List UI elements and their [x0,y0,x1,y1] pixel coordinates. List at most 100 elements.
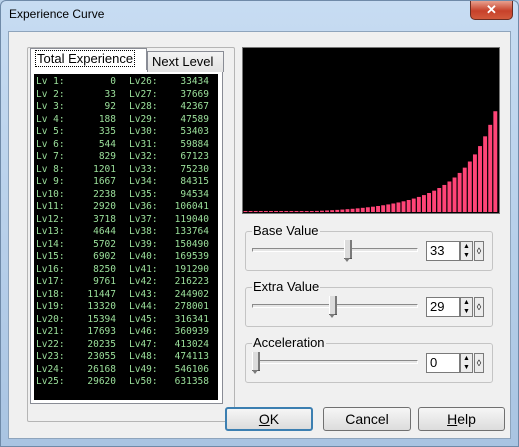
base-value-reset-button[interactable]: ◊ [474,241,484,261]
ok-button[interactable]: OK [225,407,313,431]
extra-value-reset-button[interactable]: ◊ [474,297,484,317]
experience-value: 1667 [93,176,116,187]
chart-bar [391,203,396,213]
chart-bar [279,211,284,213]
experience-column-left: Lv 1: 0 Lv 2: 33 Lv 3: 92 Lv 4: 188 Lv 5: 335 Lv 6… [34,76,120,389]
spin-down-icon[interactable]: ▼ [461,251,472,260]
spin-up-icon[interactable]: ▲ [461,298,472,307]
base-value-spinner[interactable]: ▲ ▼ [460,241,473,261]
chart-bar [314,210,319,213]
list-item: Lv41: 191290 [127,264,213,277]
list-item: Lv30: 53403 [127,126,213,139]
experience-value: 9761 [93,276,116,287]
list-item: Lv17: 9761 [34,276,120,289]
chart-bar [427,193,431,213]
experience-value: 106041 [174,201,209,212]
help-label-rest: elp [457,411,476,427]
chart-bar [432,190,437,213]
close-button[interactable]: ✕ [470,1,513,20]
experience-value: 53403 [180,126,209,137]
chart-bar [355,208,360,213]
chart-bar [467,161,472,213]
experience-value: 150490 [174,238,209,250]
tab-total-experience[interactable]: Total Experience [30,48,147,70]
list-item: Lv 8: 1201 [34,164,120,177]
list-item: Lv 9: 1667 [34,176,120,189]
acceleration-reset-button[interactable]: ◊ [474,353,484,373]
level-label: Lv43: [129,288,158,300]
experience-value: 37669 [180,88,209,100]
chart-bar [483,136,488,213]
level-label: Lv44: [129,301,158,312]
chart-bar [248,211,253,213]
level-label: Lv12: [36,213,65,225]
extra-value-input[interactable]: 29 [426,297,460,317]
list-item: Lv18: 11447 [34,289,120,302]
list-item: Lv49: 546106 [127,364,213,377]
base-value-group: Base Value 33 ▲ ▼ ◊ [245,223,493,271]
experience-value: 59884 [180,138,209,150]
chart-bar [289,211,294,213]
level-label: Lv17: [36,276,65,287]
chart-bar [253,211,258,213]
experience-value: 15394 [87,313,116,325]
chart-bar [294,211,299,213]
list-item: Lv23: 23055 [34,351,120,364]
experience-value: 75230 [180,163,209,175]
tab-next-level[interactable]: Next Level [147,51,224,72]
experience-curve-window: Experience Curve ✕ Total Experience Next… [0,0,519,447]
cancel-button[interactable]: Cancel [323,407,411,431]
level-label: Lv30: [129,126,158,137]
level-label: Lv35: [129,188,158,200]
chart-bar [274,211,279,213]
level-label: Lv18: [36,288,65,300]
chart-bar [365,207,370,213]
base-value-slider-track[interactable] [252,248,418,252]
help-button[interactable]: Help [418,407,505,431]
chart-bar [396,202,401,213]
base-value-input[interactable]: 33 [426,241,460,261]
experience-value: 335 [98,126,116,137]
acceleration-spinner[interactable]: ▲ ▼ [460,353,473,373]
base-value-slider-thumb[interactable] [343,240,352,262]
chart-bar [345,209,350,213]
chart-bar [320,210,324,213]
acceleration-slider-track[interactable] [252,360,418,364]
list-item: Lv 1: 0 [34,76,120,89]
experience-value: 4644 [93,226,116,237]
list-item: Lv36: 106041 [127,201,213,214]
spin-down-icon[interactable]: ▼ [461,307,472,316]
spin-up-icon[interactable]: ▲ [461,242,472,251]
list-item: Lv34: 84315 [127,176,213,189]
level-label: Lv42: [129,276,158,287]
list-item: Lv32: 67123 [127,151,213,164]
list-item: Lv10: 2238 [34,189,120,202]
chart-bar [269,211,273,213]
title-bar[interactable]: Experience Curve ✕ [1,1,518,25]
spin-up-icon[interactable]: ▲ [461,354,472,363]
experience-table[interactable]: Lv 1: 0 Lv 2: 33 Lv 3: 92 Lv 4: 188 Lv 5: 335 Lv 6… [34,74,218,400]
list-item: Lv44: 278001 [127,301,213,314]
level-label: Lv23: [36,351,65,362]
experience-value: 188 [98,113,116,125]
dialog-client-area: Total Experience Next Level Lv 1: 0 Lv 2: 3… [8,31,511,439]
level-label: Lv 6: [36,138,65,150]
level-label: Lv40: [129,251,158,262]
acceleration-input[interactable]: 0 [426,353,460,373]
acceleration-slider-thumb[interactable] [252,352,260,374]
level-label: Lv 2: [36,88,65,100]
spin-down-icon[interactable]: ▼ [461,363,472,372]
chart-bar [243,211,248,213]
ok-label-rest: K [269,411,280,427]
list-item: Lv27: 37669 [127,89,213,102]
list-item: Lv24: 26168 [34,364,120,377]
extra-value-spinner[interactable]: ▲ ▼ [460,297,473,317]
chart-bar [325,210,330,213]
acceleration-label: Acceleration [252,335,326,350]
level-label: Lv 9: [36,176,65,187]
experience-value: 133764 [174,226,209,237]
extra-value-slider-thumb[interactable] [329,296,338,318]
level-label: Lv27: [129,88,158,100]
level-label: Lv47: [129,338,158,350]
experience-value: 413024 [174,338,209,350]
